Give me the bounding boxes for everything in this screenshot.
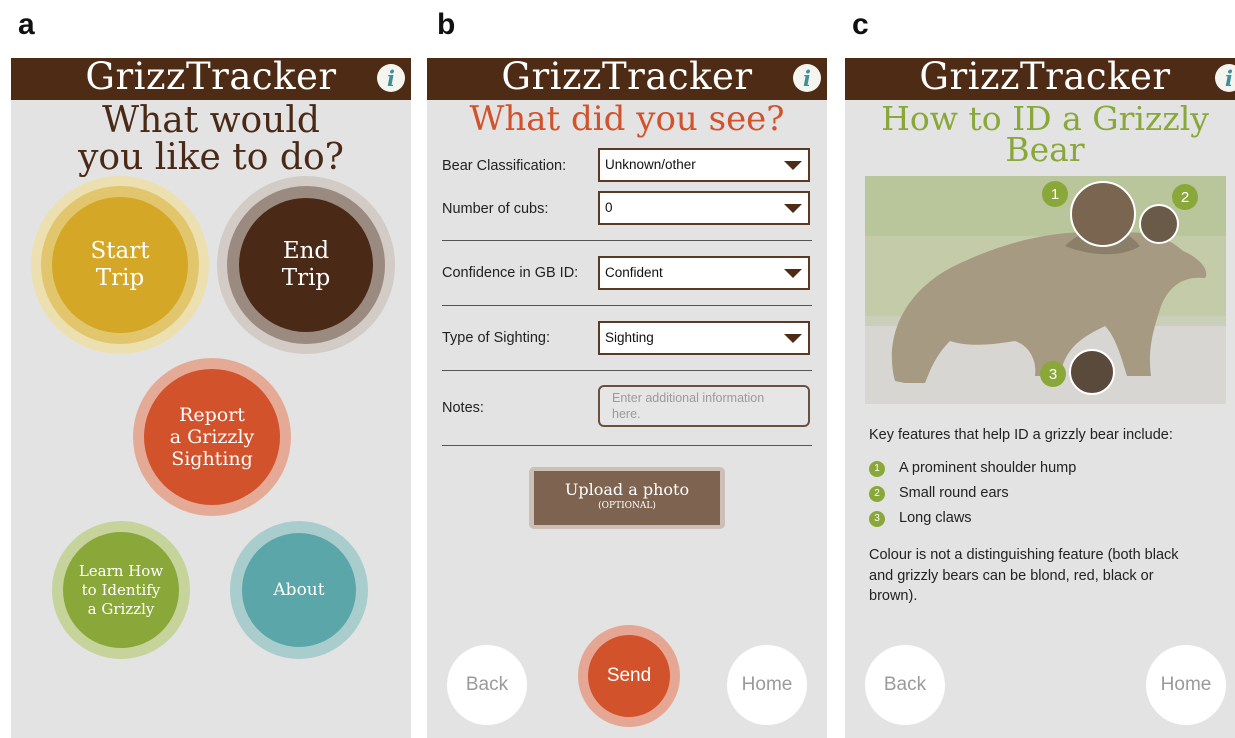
report-label-2: a Grizzly <box>169 426 255 448</box>
report-label-1: Report <box>179 404 245 426</box>
page-title-line-2: Bear <box>1005 130 1085 169</box>
screen-report-form: GrizzTracker i What did you see? Bear Cl… <box>427 58 827 738</box>
learn-identify-button[interactable]: Learn How to Identify a Grizzly <box>63 532 179 648</box>
end-trip-button[interactable]: End Trip <box>239 198 373 332</box>
dropdown-arrow-icon <box>784 334 802 343</box>
panel-label-a: a <box>18 8 35 41</box>
sighting-type-label: Type of Sighting: <box>442 330 551 346</box>
app-header: GrizzTracker i <box>11 58 411 100</box>
end-trip-label-2: Trip <box>281 265 331 291</box>
colour-note-line-3: brown). <box>869 588 918 604</box>
number-marker-icon: 1 <box>1042 181 1068 207</box>
home-label: Home <box>741 674 793 695</box>
info-icon[interactable]: i <box>377 64 405 92</box>
cubs-value: 0 <box>605 200 613 215</box>
notes-placeholder: Enter additional information here. <box>612 391 765 421</box>
start-trip-label-1: Start <box>90 238 150 264</box>
dropdown-arrow-icon <box>784 161 802 170</box>
bear-photo: 1 2 3 <box>865 176 1226 404</box>
back-label: Back <box>465 674 509 695</box>
page-title-line-1: What would <box>102 100 320 141</box>
bear-classification-value: Unknown/other <box>605 157 696 172</box>
start-trip-button[interactable]: Start Trip <box>52 197 188 333</box>
number-marker-icon: 3 <box>869 511 885 527</box>
upload-photo-optional: (OPTIONAL) <box>598 501 656 511</box>
feature-item: Small round ears <box>899 485 1009 501</box>
sighting-type-value: Sighting <box>605 330 654 345</box>
features-intro: Key features that help ID a grizzly bear… <box>869 427 1173 443</box>
divider <box>442 240 812 241</box>
app-header: GrizzTracker i <box>845 58 1235 100</box>
colour-note-line-2: and grizzly bears can be blond, red, bla… <box>869 567 1154 584</box>
upload-photo-label: Upload a photo <box>564 480 690 499</box>
page-title: How to ID a Grizzly Bear <box>845 102 1235 169</box>
divider <box>442 445 812 446</box>
panel-label-c: c <box>852 8 869 41</box>
divider <box>442 370 812 371</box>
app-header: GrizzTracker i <box>427 58 827 100</box>
start-trip-label-2: Trip <box>95 265 145 291</box>
feature-item: Long claws <box>899 510 972 526</box>
send-label: Send <box>606 665 652 686</box>
confidence-value: Confident <box>605 265 663 280</box>
panel-label-b: b <box>437 8 456 41</box>
cubs-select[interactable]: 0 <box>598 191 810 225</box>
confidence-label: Confidence in GB ID: <box>442 265 579 281</box>
number-marker-icon: 1 <box>869 461 885 477</box>
divider <box>442 305 812 306</box>
page-title: What would you like to do? <box>11 102 411 176</box>
dropdown-arrow-icon <box>784 269 802 278</box>
info-icon[interactable]: i <box>1215 64 1235 92</box>
colour-note-line-1: Colour is not a distinguishing feature (… <box>869 547 1179 563</box>
number-marker-icon: 3 <box>1040 361 1066 387</box>
app-title: GrizzTracker <box>501 58 753 98</box>
number-marker-icon: 2 <box>869 486 885 502</box>
bear-classification-select[interactable]: Unknown/other <box>598 148 810 182</box>
number-marker-icon: 2 <box>1172 184 1198 210</box>
notes-label: Notes: <box>442 400 484 416</box>
learn-label-3: a Grizzly <box>87 599 155 618</box>
back-button[interactable]: Back <box>447 645 527 725</box>
home-label: Home <box>1160 674 1212 695</box>
sighting-type-select[interactable]: Sighting <box>598 321 810 355</box>
back-label: Back <box>883 674 927 695</box>
home-button[interactable]: Home <box>1146 645 1226 725</box>
home-button[interactable]: Home <box>727 645 807 725</box>
end-trip-label-1: End <box>282 238 330 264</box>
upload-photo-button[interactable]: Upload a photo (OPTIONAL) <box>534 471 720 525</box>
app-title: GrizzTracker <box>919 58 1171 98</box>
back-button[interactable]: Back <box>865 645 945 725</box>
colour-note: Colour is not a distinguishing feature (… <box>869 545 1179 607</box>
bear-classification-label: Bear Classification: <box>442 158 567 174</box>
learn-label-2: to Identify <box>81 580 161 599</box>
cubs-label: Number of cubs: <box>442 201 549 217</box>
confidence-select[interactable]: Confident <box>598 256 810 290</box>
screen-home: GrizzTracker i What would you like to do… <box>11 58 411 738</box>
about-button[interactable]: About <box>242 533 356 647</box>
screen-how-to-id: GrizzTracker i How to ID a Grizzly Bear … <box>845 58 1235 738</box>
info-icon[interactable]: i <box>793 64 821 92</box>
page-title: What did you see? <box>469 99 785 139</box>
report-sighting-button[interactable]: Report a Grizzly Sighting <box>144 369 280 505</box>
notes-field[interactable]: Enter additional information here. <box>598 385 810 427</box>
send-button[interactable]: Send <box>588 635 670 717</box>
app-title: GrizzTracker <box>85 58 337 98</box>
page-title-line-2: you like to do? <box>78 137 344 178</box>
learn-label-1: Learn How <box>78 561 164 580</box>
report-label-3: Sighting <box>171 448 253 470</box>
feature-item: A prominent shoulder hump <box>899 460 1077 476</box>
about-label: About <box>273 580 325 600</box>
dropdown-arrow-icon <box>784 204 802 213</box>
